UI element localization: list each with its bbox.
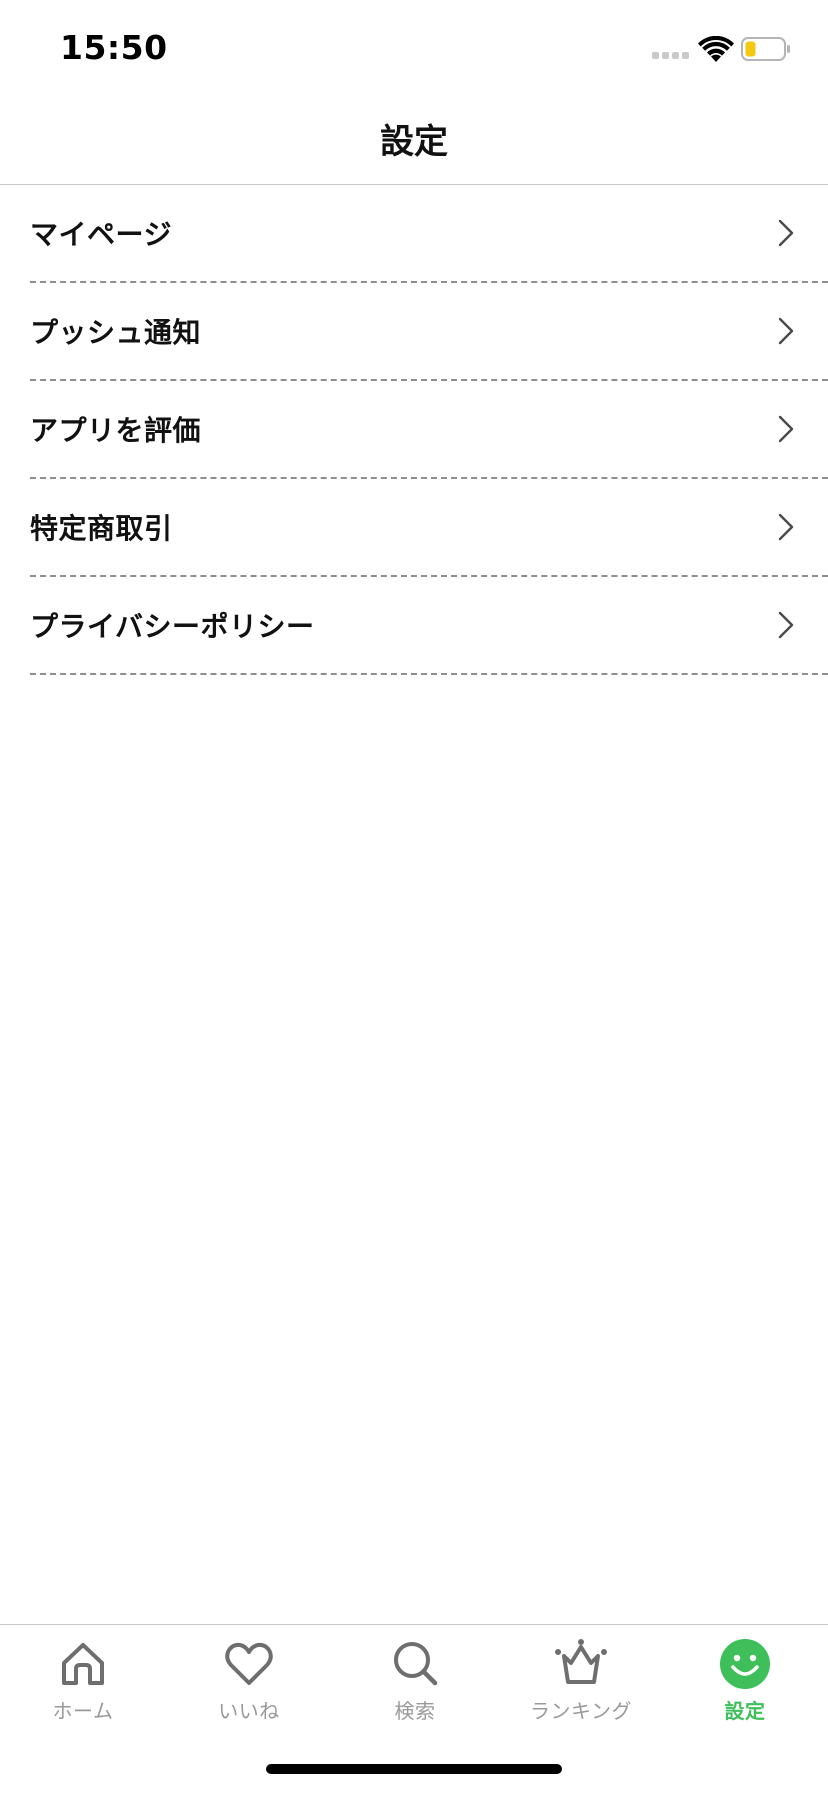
- menu-item-mypage[interactable]: マイページ: [30, 185, 828, 283]
- tab-label: ホーム: [52, 1699, 114, 1723]
- menu-item-label: アプリを評価: [30, 414, 202, 447]
- home-icon: [62, 1643, 104, 1685]
- battery-icon: [741, 37, 790, 61]
- menu-item-commercial-transactions[interactable]: 特定商取引: [30, 479, 828, 577]
- chevron-right-icon: [778, 611, 794, 639]
- menu-item-label: マイページ: [30, 218, 172, 251]
- menu-item-rate-app[interactable]: アプリを評価: [30, 381, 828, 479]
- cellular-signal-icon: [652, 52, 689, 59]
- menu-item-push-notification[interactable]: プッシュ通知: [30, 283, 828, 381]
- tab-home[interactable]: ホーム: [0, 1637, 166, 1737]
- menu-item-label: 特定商取引: [30, 512, 173, 545]
- tab-label: ランキング: [530, 1699, 632, 1723]
- navigation-bar: 設定: [0, 92, 828, 185]
- chevron-right-icon: [778, 513, 794, 541]
- home-indicator[interactable]: [266, 1764, 562, 1774]
- tab-likes[interactable]: いいね: [166, 1637, 332, 1737]
- menu-item-label: プライバシーポリシー: [30, 610, 315, 643]
- chevron-right-icon: [778, 219, 794, 247]
- tab-label: 検索: [394, 1699, 436, 1723]
- menu-item-privacy-policy[interactable]: プライバシーポリシー: [30, 577, 828, 675]
- chevron-right-icon: [778, 317, 794, 345]
- settings-menu-list: マイページ プッシュ通知 アプリを評価 特定商取引 プライバシーポリシー: [0, 185, 828, 675]
- crown-icon: [555, 1639, 607, 1684]
- search-icon: [394, 1642, 438, 1686]
- heart-icon: [225, 1642, 273, 1685]
- tab-ranking[interactable]: ランキング: [498, 1637, 664, 1737]
- tab-settings[interactable]: 設定: [662, 1637, 828, 1737]
- status-bar: 15:50: [0, 0, 828, 92]
- tab-search[interactable]: 検索: [332, 1637, 498, 1737]
- tab-label: 設定: [724, 1699, 766, 1723]
- chevron-right-icon: [778, 415, 794, 443]
- menu-item-label: プッシュ通知: [30, 316, 202, 349]
- tab-label: いいね: [218, 1699, 280, 1723]
- wifi-icon: [698, 36, 734, 62]
- smiley-icon: [720, 1639, 770, 1689]
- page-title: 設定: [380, 121, 448, 162]
- status-time: 15:50: [60, 28, 168, 67]
